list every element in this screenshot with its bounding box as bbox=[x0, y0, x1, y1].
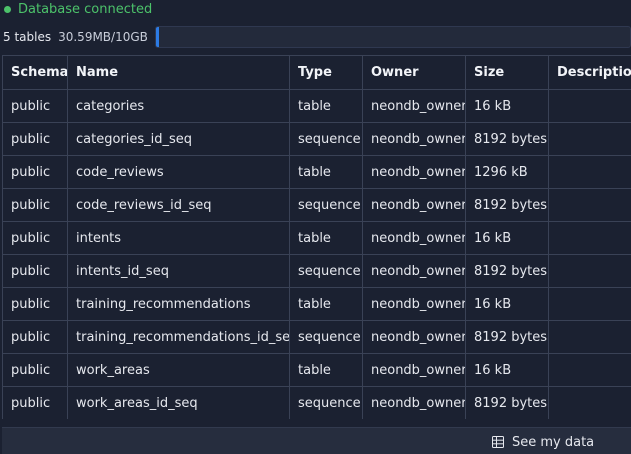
cell-schema: public bbox=[3, 321, 68, 354]
cell-description bbox=[549, 354, 631, 387]
storage-size: 30.59MB/10GB bbox=[58, 30, 148, 44]
cell-size: 8192 bytes bbox=[466, 321, 549, 354]
tables-list: SchemaNameTypeOwnerSizeDescription publi… bbox=[2, 55, 631, 419]
cell-owner: neondb_owner bbox=[363, 354, 466, 387]
table-header-row: SchemaNameTypeOwnerSizeDescription bbox=[3, 56, 631, 90]
cell-description bbox=[549, 156, 631, 189]
cell-description bbox=[549, 387, 631, 420]
column-header-type[interactable]: Type bbox=[290, 56, 363, 90]
cell-description bbox=[549, 255, 631, 288]
cell-schema: public bbox=[3, 255, 68, 288]
cell-type: sequence bbox=[290, 189, 363, 222]
cell-owner: neondb_owner bbox=[363, 288, 466, 321]
column-header-owner[interactable]: Owner bbox=[363, 56, 466, 90]
table-row[interactable]: publicwork_areas_id_seqsequenceneondb_ow… bbox=[3, 387, 631, 420]
cell-type: table bbox=[290, 90, 363, 123]
cell-type: sequence bbox=[290, 321, 363, 354]
cell-name: work_areas_id_seq bbox=[68, 387, 290, 420]
storage-progress-fill bbox=[156, 27, 159, 47]
cell-description bbox=[549, 189, 631, 222]
storage-progress-bar bbox=[155, 26, 631, 48]
table-row[interactable]: publictraining_recommendationstableneond… bbox=[3, 288, 631, 321]
cell-owner: neondb_owner bbox=[363, 222, 466, 255]
cell-size: 1296 kB bbox=[466, 156, 549, 189]
table-row[interactable]: publiccategories_id_seqsequenceneondb_ow… bbox=[3, 123, 631, 156]
see-my-data-button[interactable]: See my data bbox=[492, 432, 594, 452]
cell-owner: neondb_owner bbox=[363, 123, 466, 156]
see-my-data-label: See my data bbox=[512, 435, 594, 450]
cell-type: sequence bbox=[290, 387, 363, 420]
cell-schema: public bbox=[3, 90, 68, 123]
column-header-size[interactable]: Size bbox=[466, 56, 549, 90]
cell-description bbox=[549, 222, 631, 255]
footer-bar: See my data bbox=[2, 427, 631, 454]
table-row[interactable]: publicwork_areastableneondb_owner16 kB bbox=[3, 354, 631, 387]
table-count: 5 tables bbox=[3, 30, 51, 44]
cell-size: 16 kB bbox=[466, 288, 549, 321]
cell-type: table bbox=[290, 156, 363, 189]
cell-name: training_recommendations bbox=[68, 288, 290, 321]
cell-description bbox=[549, 123, 631, 156]
cell-owner: neondb_owner bbox=[363, 387, 466, 420]
cell-size: 8192 bytes bbox=[466, 189, 549, 222]
cell-description bbox=[549, 90, 631, 123]
table-row[interactable]: publiccategoriestableneondb_owner16 kB bbox=[3, 90, 631, 123]
cell-type: sequence bbox=[290, 255, 363, 288]
table-row[interactable]: publiccode_reviewstableneondb_owner1296 … bbox=[3, 156, 631, 189]
cell-name: training_recommendations_id_seq bbox=[68, 321, 290, 354]
status-dot-icon bbox=[4, 6, 11, 13]
cell-name: intents bbox=[68, 222, 290, 255]
table-body: publiccategoriestableneondb_owner16 kBpu… bbox=[3, 90, 631, 420]
cell-schema: public bbox=[3, 222, 68, 255]
cell-size: 16 kB bbox=[466, 354, 549, 387]
cell-type: table bbox=[290, 288, 363, 321]
cell-schema: public bbox=[3, 123, 68, 156]
table-row[interactable]: publicintentstableneondb_owner16 kB bbox=[3, 222, 631, 255]
cell-schema: public bbox=[3, 288, 68, 321]
cell-name: categories_id_seq bbox=[68, 123, 290, 156]
cell-type: table bbox=[290, 222, 363, 255]
cell-owner: neondb_owner bbox=[363, 321, 466, 354]
cell-owner: neondb_owner bbox=[363, 90, 466, 123]
storage-usage: 5 tables 30.59MB/10GB bbox=[0, 26, 631, 48]
cell-name: code_reviews bbox=[68, 156, 290, 189]
cell-size: 8192 bytes bbox=[466, 255, 549, 288]
cell-description bbox=[549, 321, 631, 354]
connection-status: Database connected bbox=[0, 0, 152, 18]
cell-description bbox=[549, 288, 631, 321]
column-header-description[interactable]: Description bbox=[549, 56, 631, 90]
cell-name: work_areas bbox=[68, 354, 290, 387]
cell-name: code_reviews_id_seq bbox=[68, 189, 290, 222]
tables-table: SchemaNameTypeOwnerSizeDescription publi… bbox=[2, 55, 631, 419]
cell-owner: neondb_owner bbox=[363, 255, 466, 288]
cell-size: 16 kB bbox=[466, 90, 549, 123]
cell-schema: public bbox=[3, 156, 68, 189]
cell-size: 8192 bytes bbox=[466, 387, 549, 420]
cell-size: 8192 bytes bbox=[466, 123, 549, 156]
cell-schema: public bbox=[3, 189, 68, 222]
table-row[interactable]: publiccode_reviews_id_seqsequenceneondb_… bbox=[3, 189, 631, 222]
table-row[interactable]: publictraining_recommendations_id_seqseq… bbox=[3, 321, 631, 354]
cell-schema: public bbox=[3, 354, 68, 387]
column-header-schema[interactable]: Schema bbox=[3, 56, 68, 90]
column-header-name[interactable]: Name bbox=[68, 56, 290, 90]
cell-name: intents_id_seq bbox=[68, 255, 290, 288]
cell-type: sequence bbox=[290, 123, 363, 156]
cell-owner: neondb_owner bbox=[363, 189, 466, 222]
table-icon bbox=[492, 436, 504, 448]
cell-type: table bbox=[290, 354, 363, 387]
table-row[interactable]: publicintents_id_seqsequenceneondb_owner… bbox=[3, 255, 631, 288]
cell-owner: neondb_owner bbox=[363, 156, 466, 189]
cell-schema: public bbox=[3, 387, 68, 420]
connection-status-text: Database connected bbox=[18, 2, 152, 17]
cell-name: categories bbox=[68, 90, 290, 123]
cell-size: 16 kB bbox=[466, 222, 549, 255]
